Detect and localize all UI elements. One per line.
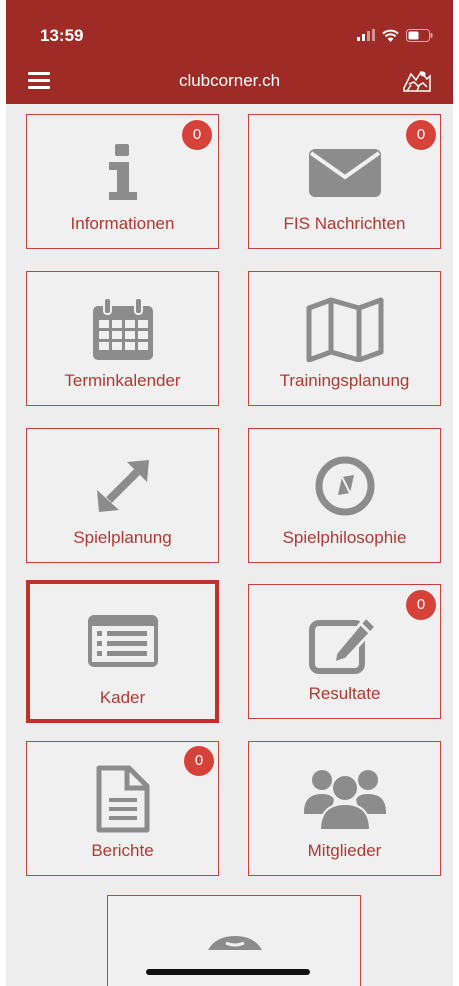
tile-label: Berichte <box>91 841 154 860</box>
tile-trainingsplanung[interactable]: Trainingsplanung <box>248 271 441 406</box>
partial-tile-icon <box>208 936 262 950</box>
navbar: clubcorner.ch <box>6 58 453 104</box>
envelope-icon <box>249 137 440 207</box>
notification-badge: 0 <box>184 746 214 776</box>
tile-kader[interactable]: Kader <box>26 580 219 723</box>
tile-label: Kader <box>99 688 146 707</box>
page-title: clubcorner.ch <box>178 71 281 90</box>
notification-badge: 0 <box>182 120 212 150</box>
document-icon <box>27 764 218 834</box>
expand-arrows-icon <box>27 451 218 521</box>
battery-icon <box>406 28 433 42</box>
home-indicator <box>146 969 310 975</box>
tile-label: FIS Nachrichten <box>283 214 406 233</box>
tile-label: Terminkalender <box>64 371 181 390</box>
app-screen: 13:59 clubcorner.ch Informationen 0 FIS … <box>6 0 453 986</box>
tile-label: Trainingsplanung <box>279 371 410 390</box>
tile-label: Informationen <box>70 214 175 233</box>
edit-icon <box>249 607 440 677</box>
tile-mitglieder[interactable]: Mitglieder <box>248 741 441 876</box>
signal-icon <box>357 29 375 41</box>
tile-terminkalender[interactable]: Terminkalender <box>26 271 219 406</box>
status-bar: 13:59 <box>6 0 453 58</box>
list-card-icon <box>30 606 215 676</box>
notification-badge: 0 <box>406 120 436 150</box>
status-time: 13:59 <box>40 26 84 45</box>
wifi-icon <box>382 29 399 42</box>
tile-label: Spielplanung <box>73 528 172 547</box>
map-icon <box>249 294 440 364</box>
tile-spielphilosophie[interactable]: Spielphilosophie <box>248 428 441 563</box>
tile-label: Mitglieder <box>307 841 382 860</box>
calendar-icon <box>27 294 218 364</box>
federation-logo-icon <box>403 70 431 92</box>
notification-badge: 0 <box>406 590 436 620</box>
tile-spielplanung[interactable]: Spielplanung <box>26 428 219 563</box>
tile-label: Spielphilosophie <box>282 528 407 547</box>
tile-label: Resultate <box>308 684 381 703</box>
compass-icon <box>249 451 440 521</box>
users-icon <box>249 764 440 834</box>
status-icons <box>357 28 433 42</box>
